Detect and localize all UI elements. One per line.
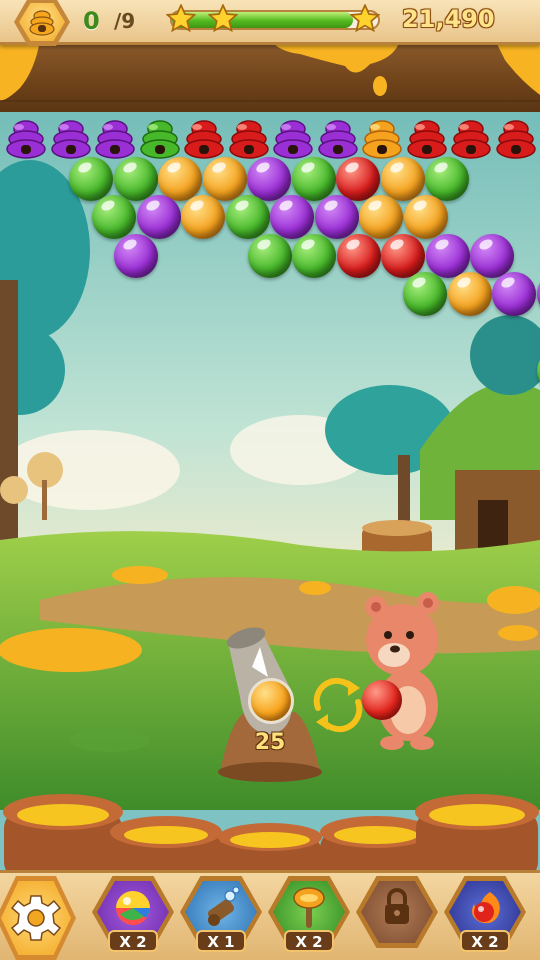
- bubble-green: [247, 233, 292, 278]
- hive-bubble-purple: [95, 120, 135, 159]
- rainbow-bubble-icon: [116, 891, 150, 925]
- booster-rainbow-bubble[interactable]: X 2: [92, 876, 174, 956]
- honey-hammer-icon: [293, 887, 325, 928]
- hive-bubble-orange: [362, 120, 402, 159]
- star-icon-3: [350, 4, 380, 33]
- star-icon-1: [166, 4, 196, 33]
- bubble-orange: [158, 156, 202, 201]
- bubble-green: [291, 156, 336, 201]
- game-stage[interactable]: 0 /9 21,490 25 X 2 X 1 X 2 X 2: [0, 0, 540, 960]
- booster-count: X 2: [460, 930, 510, 952]
- bees-collected-count: 0: [83, 7, 100, 35]
- bear-character: [365, 592, 439, 750]
- bubble-green: [425, 156, 469, 201]
- hive-bubble-purple: [6, 120, 46, 159]
- honey-pot-5: [415, 794, 539, 880]
- score-progress-fill: [172, 12, 354, 28]
- bubble-red: [381, 233, 425, 278]
- gear-icon: [10, 895, 62, 941]
- bubble-green: [92, 195, 136, 239]
- fireball-icon: [472, 892, 500, 924]
- star-icon-2: [208, 4, 238, 33]
- booster-count: X 2: [108, 930, 158, 952]
- swap-arrows-icon[interactable]: [308, 674, 368, 734]
- hive-bubble-red: [406, 120, 447, 159]
- hive-bubble-purple: [273, 120, 313, 159]
- loaded-bubble: [248, 678, 294, 724]
- bubble-purple: [425, 233, 470, 278]
- bubble-orange: [359, 195, 403, 239]
- booster-honey-hammer[interactable]: X 2: [268, 876, 350, 956]
- bubble-orange: [447, 272, 492, 316]
- top-hud: 0 /9 21,490: [0, 0, 540, 46]
- next-bubble[interactable]: [362, 680, 402, 720]
- bubble-orange: [181, 195, 225, 239]
- bubble-orange: [380, 156, 425, 201]
- hive-goal-badge: [14, 0, 70, 46]
- hive-bubble-red: [228, 120, 269, 159]
- bubble-purple: [136, 195, 181, 239]
- bees-total-count: /9: [114, 9, 136, 33]
- bubble-orange: [403, 195, 448, 239]
- score-progress-bar: [170, 10, 380, 30]
- score-value: 21,490: [402, 5, 495, 33]
- bubble-purple: [536, 272, 540, 316]
- bubble-green: [69, 156, 113, 201]
- bubble-purple: [247, 156, 291, 201]
- bubble-red: [336, 156, 380, 201]
- hive-bubble-green: [139, 120, 180, 159]
- honey-pot-1: [3, 794, 123, 880]
- lock-icon: [385, 888, 409, 924]
- bubble-orange: [202, 156, 247, 201]
- booster-count: X 1: [196, 930, 246, 952]
- bubble-purple: [470, 233, 514, 278]
- bubble-purple: [270, 195, 314, 239]
- bomb-cannon-icon: [207, 886, 240, 926]
- bubble-purple: [492, 272, 536, 316]
- bubble-green: [225, 195, 270, 239]
- bubble-green: [403, 272, 447, 316]
- hive-bubble-red: [451, 120, 491, 159]
- beehive-icon: [29, 10, 55, 36]
- bubble-green: [292, 233, 336, 278]
- booster-bomb-cannon[interactable]: X 1: [180, 876, 262, 956]
- booster-count: X 2: [284, 930, 334, 952]
- bubble-purple: [314, 195, 359, 239]
- bubble-green: [113, 156, 158, 201]
- hive-bubble-purple: [317, 120, 358, 159]
- hive-bubble-red: [495, 120, 536, 159]
- bubble-purple: [114, 233, 158, 278]
- bubble-red: [336, 233, 381, 278]
- booster-locked[interactable]: [356, 876, 438, 956]
- hive-bubble-red: [184, 120, 224, 159]
- booster-fireball[interactable]: X 2: [444, 876, 526, 956]
- hive-bubble-purple: [50, 120, 91, 159]
